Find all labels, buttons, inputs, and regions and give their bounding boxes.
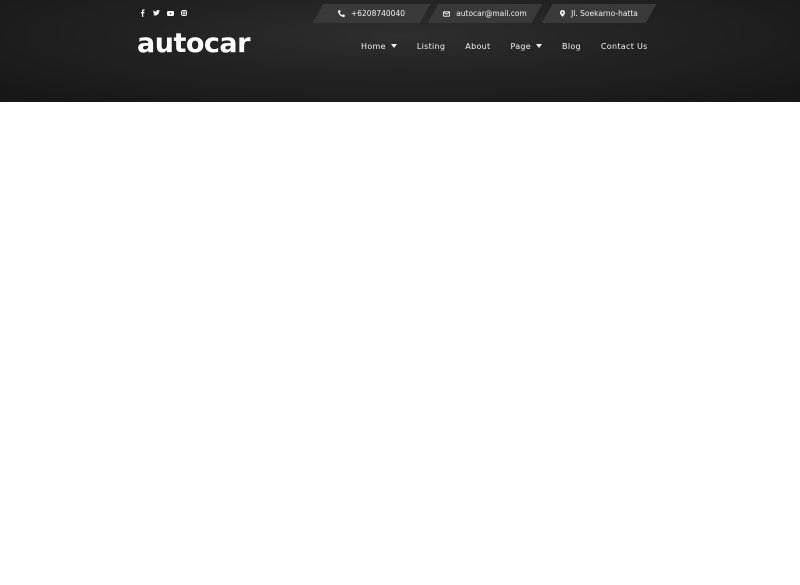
nav-label: About (465, 41, 491, 51)
phone-number: +6208740040 (350, 9, 405, 18)
nav-about[interactable]: About (465, 39, 490, 53)
email-address: autocar@mail.com (456, 9, 527, 18)
nav-label: Contact Us (600, 41, 648, 51)
address-text: Jl. Soekarno-hatta (571, 9, 638, 18)
email-contact[interactable]: autocar@mail.com (427, 4, 543, 23)
nav-label: Home (361, 41, 386, 51)
nav-label: Listing (416, 41, 446, 51)
address-contact[interactable]: Jl. Soekarno-hatta (541, 4, 657, 23)
nav-label: Page (510, 41, 532, 51)
twitter-icon[interactable] (152, 7, 160, 19)
main-nav: Home Listing About Page Blog Contact Us (361, 39, 648, 53)
caret-down-icon (536, 44, 543, 48)
social-links (138, 7, 188, 19)
site-header: +6208740040 autocar@mail.com Jl. Soekarn… (0, 0, 800, 102)
youtube-icon[interactable] (166, 7, 174, 19)
top-bar: +6208740040 autocar@mail.com Jl. Soekarn… (0, 0, 800, 27)
site-logo[interactable]: autocar (137, 28, 250, 60)
nav-label: Blog (562, 41, 581, 51)
envelope-icon (443, 10, 451, 17)
nav-page[interactable]: Page (510, 39, 543, 53)
nav-blog[interactable]: Blog (562, 39, 581, 53)
facebook-icon[interactable] (138, 7, 146, 19)
instagram-icon[interactable] (180, 7, 188, 19)
nav-home[interactable]: Home (361, 39, 397, 53)
caret-down-icon (390, 44, 397, 48)
phone-contact[interactable]: +6208740040 (312, 4, 431, 23)
nav-listing[interactable]: Listing (417, 39, 445, 53)
page-content (0, 102, 800, 585)
map-marker-icon (560, 10, 566, 17)
nav-contact-us[interactable]: Contact Us (601, 39, 648, 53)
phone-icon (337, 10, 345, 17)
